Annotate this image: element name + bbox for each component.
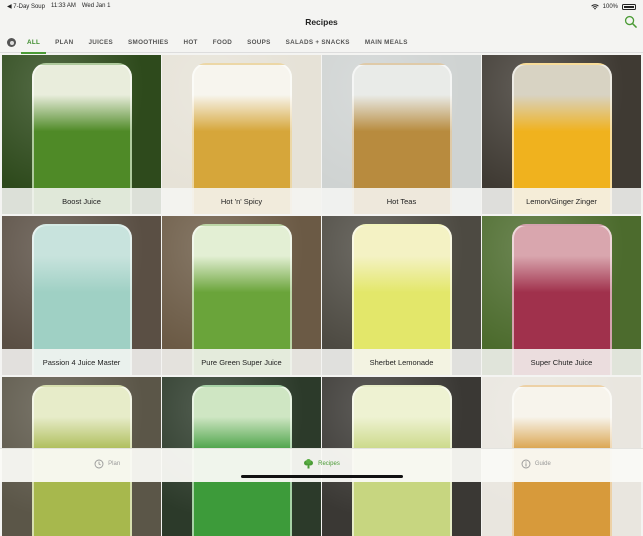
- recipe-card-super-chute-juice[interactable]: Super Chute Juice: [482, 216, 641, 375]
- recipe-title: Hot Teas: [322, 188, 481, 214]
- recipe-card-sherbet-lemonade[interactable]: Sherbet Lemonade: [322, 216, 481, 375]
- clock-icon: [94, 459, 104, 469]
- recipe-card-lemon-ginger-zinger[interactable]: Lemon/Ginger Zinger: [482, 55, 641, 214]
- page-title: Recipes: [305, 17, 338, 27]
- recipe-title: Boost Juice: [2, 188, 161, 214]
- tab-all[interactable]: ALL: [20, 33, 47, 54]
- tab-soups[interactable]: SOUPS: [247, 33, 271, 53]
- recipe-card-passion-4-juice-master[interactable]: Passion 4 Juice Master: [2, 216, 161, 375]
- search-icon[interactable]: [624, 15, 637, 28]
- back-to-app-link[interactable]: ◀ 7-Day Soup: [7, 3, 45, 10]
- recipe-card-pure-green-super-juice[interactable]: Pure Green Super Juice: [162, 216, 321, 375]
- recipe-title: Sherbet Lemonade: [322, 349, 481, 375]
- recipe-title: Super Chute Juice: [482, 349, 641, 375]
- battery-icon: [622, 3, 636, 10]
- recipe-card-boost-juice[interactable]: Boost Juice: [2, 55, 161, 214]
- broccoli-icon: [304, 459, 314, 469]
- tab-juices[interactable]: JUICES: [88, 33, 113, 53]
- recipe-card-hot-n-spicy[interactable]: Hot 'n' Spicy: [162, 55, 321, 214]
- recipe-title: Hot 'n' Spicy: [162, 188, 321, 214]
- tabbar-label: Guide: [534, 461, 551, 467]
- tab-smoothies[interactable]: SMOOTHIES: [128, 33, 168, 53]
- recipe-title: Pure Green Super Juice: [162, 349, 321, 375]
- wifi-icon: [590, 3, 599, 10]
- tab-salads-snacks[interactable]: SALADS + SNACKS: [286, 33, 350, 53]
- recipe-title: Passion 4 Juice Master: [2, 349, 161, 375]
- category-tabs: ALL PLAN JUICES SMOOTHIES HOT FOOD SOUPS…: [0, 33, 643, 54]
- tab-plan[interactable]: PLAN: [55, 33, 73, 53]
- tabbar-label: Plan: [108, 461, 121, 467]
- battery-percent: 100%: [602, 3, 618, 10]
- home-indicator[interactable]: [241, 475, 403, 478]
- tabbar-plan[interactable]: Plan: [0, 449, 214, 479]
- tab-hot[interactable]: HOT: [184, 33, 198, 53]
- tab-main-meals[interactable]: MAIN MEALS: [365, 33, 408, 53]
- recipe-card-hot-teas[interactable]: Hot Teas: [322, 55, 481, 214]
- info-icon: [521, 459, 531, 469]
- filter-icon[interactable]: [7, 38, 16, 47]
- tabbar-guide[interactable]: Guide: [429, 449, 643, 479]
- status-bar: ◀ 7-Day Soup 11:33 AM Wed Jan 1 100%: [0, 0, 643, 13]
- status-date: Wed Jan 1: [81, 3, 111, 9]
- tab-food[interactable]: FOOD: [213, 33, 232, 53]
- recipe-title: Lemon/Ginger Zinger: [482, 188, 641, 214]
- status-time: 11:33 AM: [50, 3, 76, 9]
- navigation-bar: Recipes: [0, 13, 643, 31]
- tabbar-label: Recipes: [318, 461, 340, 467]
